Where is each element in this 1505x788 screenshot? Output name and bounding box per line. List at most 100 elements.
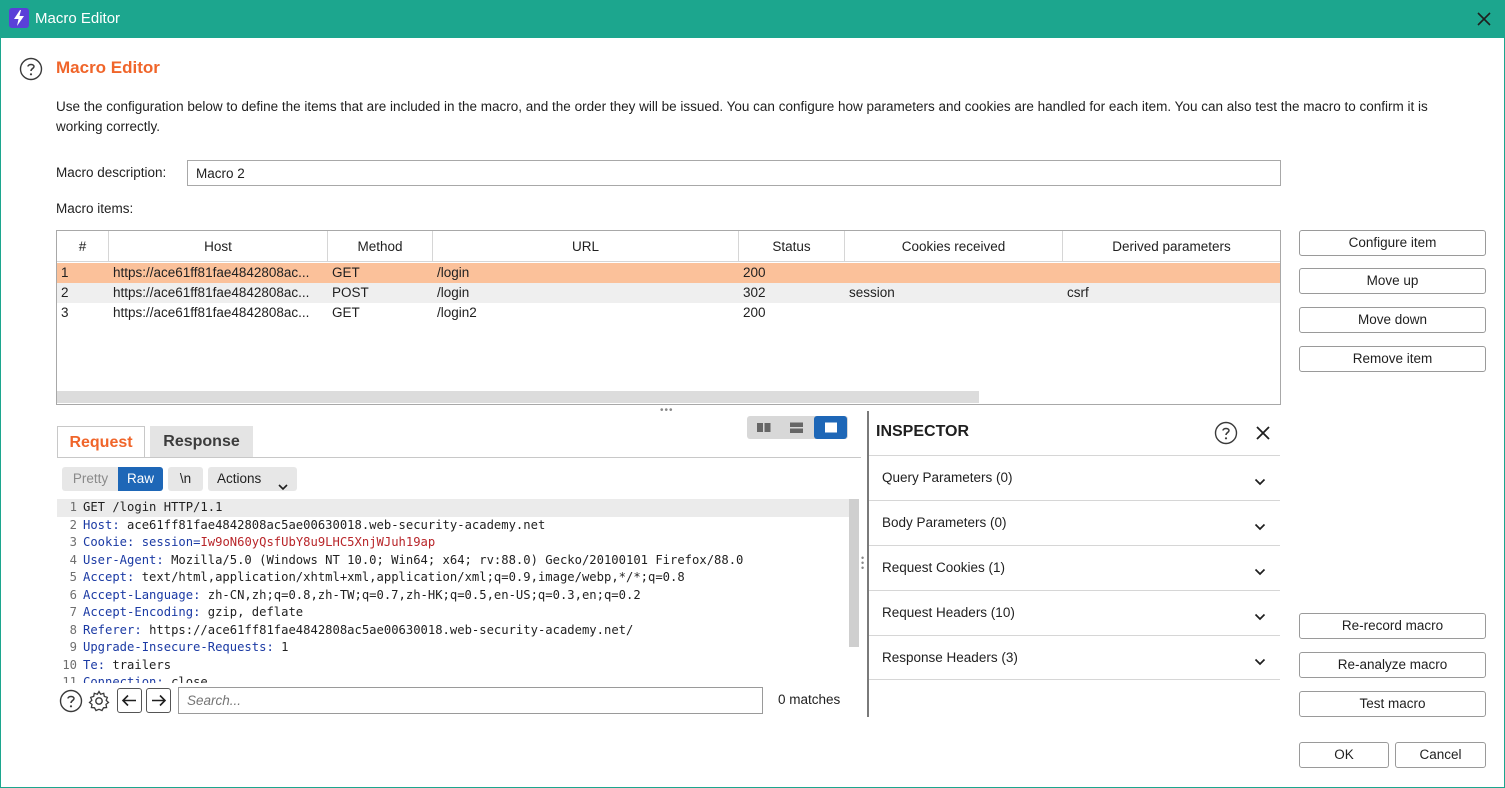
ok-button[interactable]: OK [1299, 742, 1389, 768]
cell-derived [1063, 263, 1280, 283]
cell-url: /login [437, 265, 470, 280]
remove-item-button[interactable]: Remove item [1299, 346, 1486, 372]
header-name: Cookie [83, 535, 128, 549]
column-header-url[interactable]: URL [433, 231, 739, 262]
cell-cookies [845, 263, 1063, 283]
help-icon[interactable] [19, 57, 43, 81]
header-name: Connection [83, 675, 157, 683]
gear-icon[interactable] [87, 689, 111, 713]
inspector-close-icon[interactable] [1254, 424, 1272, 442]
section-label: Request Headers (10) [882, 605, 1015, 620]
table-row[interactable]: 2 https://ace61ff81fae4842808ac... POST … [57, 283, 1280, 303]
macro-items-label: Macro items: [56, 201, 134, 216]
request-line: GET /login HTTP/1.1 [83, 500, 223, 514]
layout-stacked-icon[interactable] [780, 416, 813, 439]
inspector-section-request-headers[interactable]: Request Headers (10) [869, 590, 1280, 635]
reanalyze-macro-button[interactable]: Re-analyze macro [1299, 652, 1486, 678]
chevron-down-icon [1254, 564, 1266, 576]
line-number: 9 [69, 640, 77, 654]
header-name: Accept [83, 570, 128, 584]
header-name: Referer [83, 622, 135, 637]
column-header-host[interactable]: Host [109, 231, 328, 262]
cell-method: GET [332, 265, 360, 280]
tab-response[interactable]: Response [150, 426, 253, 458]
line-number: 5 [69, 570, 77, 584]
cell-status: 302 [743, 285, 766, 300]
arrow-left-icon [121, 694, 136, 707]
window-title: Macro Editor [35, 10, 121, 27]
column-header-cookies[interactable]: Cookies received [845, 231, 1063, 262]
code-line: 2 Host: ace61ff81fae4842808ac5ae00630018.… [57, 517, 849, 535]
section-label: Body Parameters (0) [882, 515, 1007, 530]
macro-description-input[interactable] [187, 160, 1281, 186]
code-line: 11 Connection: close [57, 674, 849, 683]
column-header-method[interactable]: Method [328, 231, 433, 262]
line-number: 8 [69, 622, 77, 637]
layout-single-icon[interactable] [814, 416, 847, 439]
table-row[interactable]: 3 https://ace61ff81fae4842808ac... GET /… [57, 303, 1280, 323]
cell-status: 200 [743, 305, 766, 320]
column-header-number[interactable]: # [57, 231, 109, 262]
actions-dropdown[interactable]: Actions [208, 467, 297, 491]
cell-derived: csrf [1067, 285, 1089, 300]
vertical-scrollbar[interactable] [849, 499, 859, 647]
previous-match-button[interactable] [117, 688, 142, 713]
pretty-button[interactable]: Pretty [62, 467, 119, 491]
inspector-section-request-cookies[interactable]: Request Cookies (1) [869, 545, 1280, 590]
section-label: Query Parameters (0) [882, 470, 1013, 485]
code-line: 5 Accept: text/html,application/xhtml+xml… [57, 569, 849, 587]
cell-status: 200 [743, 265, 766, 280]
header-value: gzip, deflate [207, 605, 304, 619]
header-value: text/html,application/xhtml+xml,applicat… [141, 570, 685, 584]
inspector-section-body-parameters[interactable]: Body Parameters (0) [869, 500, 1280, 545]
line-number: 7 [69, 605, 77, 619]
inspector-title: INSPECTOR [876, 423, 970, 440]
inspector-section-response-headers[interactable]: Response Headers (3) [869, 635, 1280, 680]
rerecord-macro-button[interactable]: Re-record macro [1299, 613, 1486, 639]
intro-text: Use the configuration below to define th… [56, 99, 1428, 134]
splitter-handle[interactable]: ••• [660, 405, 674, 416]
move-down-button[interactable]: Move down [1299, 307, 1486, 333]
search-input[interactable] [178, 687, 763, 714]
header-value: 1 [281, 640, 289, 654]
cell-derived [1063, 303, 1280, 323]
cell-number: 2 [61, 285, 69, 300]
layout-side-by-side-icon[interactable] [747, 416, 780, 439]
tab-request[interactable]: Request [57, 426, 145, 458]
raw-button[interactable]: Raw [118, 467, 163, 491]
inspector-resize-grip[interactable]: • • • [861, 554, 864, 573]
cookie-value: Iw9oN60yQsfUbY8u9LHC5XnjWJuh19ap [200, 535, 436, 549]
header-name: Accept-Language [83, 587, 194, 602]
code-line: 9 Upgrade-Insecure-Requests: 1 [57, 639, 849, 657]
cell-method: POST [332, 285, 369, 300]
code-line: 10 Te: trailers [57, 657, 849, 675]
line-number: 4 [69, 552, 77, 567]
test-macro-button[interactable]: Test macro [1299, 691, 1486, 717]
cell-host: https://ace61ff81fae4842808ac... [113, 265, 310, 280]
move-up-button[interactable]: Move up [1299, 268, 1486, 294]
code-line: 7 Accept-Encoding: gzip, deflate [57, 604, 849, 622]
cancel-button[interactable]: Cancel [1395, 742, 1486, 768]
cell-number: 3 [61, 305, 69, 320]
chevron-down-icon [1254, 519, 1266, 531]
tab-divider [57, 457, 861, 458]
line-number: 3 [69, 535, 77, 549]
request-editor[interactable]: 1 GET /login HTTP/1.1 2 Host: ace61ff81fae… [57, 499, 849, 683]
inspector-help-icon[interactable] [1214, 421, 1238, 445]
macro-items-table: # Host Method URL Status Cookies receive… [56, 230, 1281, 405]
horizontal-scrollbar[interactable] [57, 391, 979, 403]
cell-url: /login [437, 285, 470, 300]
column-header-status[interactable]: Status [739, 231, 845, 262]
cell-method: GET [332, 305, 360, 320]
code-line: 3 Cookie: session=Iw9oN60yQsfUbY8u9LHC5Xn… [57, 534, 849, 552]
close-window-icon[interactable] [1473, 8, 1495, 30]
help-icon[interactable] [59, 689, 83, 713]
configure-item-button[interactable]: Configure item [1299, 230, 1486, 256]
inspector-section-query-parameters[interactable]: Query Parameters (0) [869, 455, 1280, 500]
table-row[interactable]: 1 https://ace61ff81fae4842808ac... GET /… [57, 263, 1280, 283]
show-newlines-button[interactable]: \n [168, 467, 203, 491]
next-match-button[interactable] [146, 688, 171, 713]
match-count: 0 matches [778, 692, 841, 707]
app-logo-icon [9, 8, 29, 28]
column-header-derived[interactable]: Derived parameters [1063, 231, 1280, 262]
